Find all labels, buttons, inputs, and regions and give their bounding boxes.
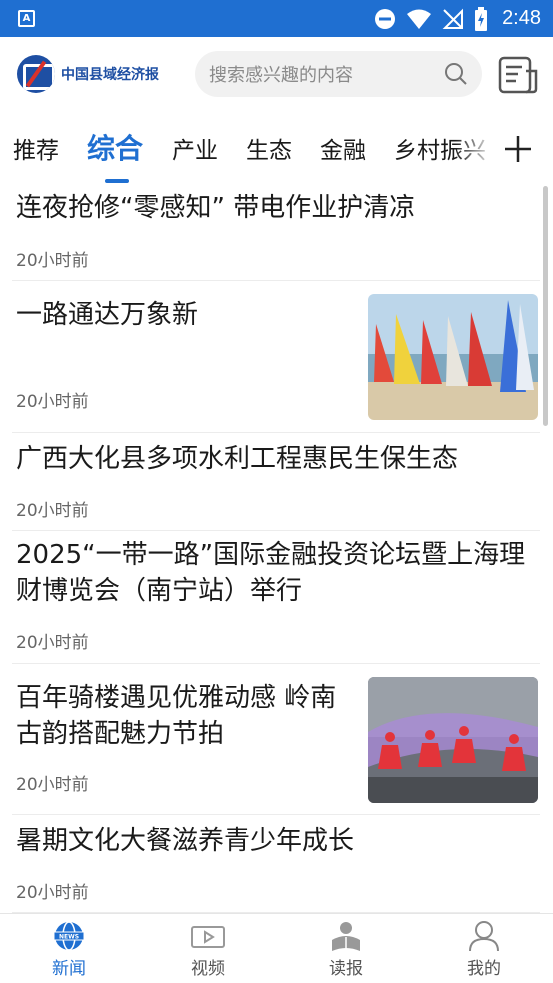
nav-news[interactable]: NEWS 新闻 — [29, 920, 109, 979]
article-time: 20小时前 — [16, 883, 89, 903]
nav-news-label: 新闻 — [52, 959, 86, 979]
battery-charging-icon — [475, 6, 488, 31]
reader-icon — [332, 922, 360, 951]
tab-general[interactable]: 综合 — [87, 127, 143, 167]
article-thumbnail[interactable] — [368, 294, 538, 420]
article-item[interactable]: 一路通达万象新 20小时前 — [12, 281, 540, 433]
app-notification-icon: A — [18, 10, 35, 27]
article-time: 20小时前 — [16, 392, 89, 412]
app-header: 中国县域经济报 搜索感兴趣的内容 — [0, 37, 553, 113]
nav-video[interactable]: 视频 — [168, 920, 248, 979]
article-item[interactable]: 广西大化县多项水利工程惠民生保生态 20小时前 — [12, 433, 540, 531]
dancers-photo — [368, 677, 538, 803]
article-item[interactable]: 2025“一带一路”国际金融投资论坛暨上海理财博览会（南宁站）举行 20小时前 — [12, 531, 540, 664]
nav-video-label: 视频 — [191, 959, 225, 979]
news-feed[interactable]: 连夜抢修“零感知” 带电作业护清凉 20小时前 一路通达万象新 20小时前 广西… — [0, 183, 553, 913]
nav-profile[interactable]: 我的 — [444, 920, 524, 979]
video-icon — [191, 926, 225, 948]
status-bar: A 2:48 — [0, 0, 553, 37]
article-item[interactable]: 连夜抢修“零感知” 带电作业护清凉 20小时前 — [12, 183, 540, 281]
do-not-disturb-icon — [375, 8, 396, 29]
tab-ecology[interactable]: 生态 — [246, 131, 292, 165]
wifi-icon — [407, 9, 432, 29]
search-icon[interactable] — [444, 62, 468, 86]
app-logo[interactable]: 中国县域经济报 — [17, 55, 159, 93]
article-item[interactable]: 百年骑楼遇见优雅动感 岭南古韵搭配魅力节拍 20小时前 — [12, 664, 540, 815]
article-title: 2025“一带一路”国际金融投资论坛暨上海理财博览会（南宁站）举行 — [16, 540, 526, 606]
article-time: 20小时前 — [16, 251, 89, 271]
search-placeholder: 搜索感兴趣的内容 — [209, 65, 353, 86]
article-title: 广西大化县多项水利工程惠民生保生态 — [16, 444, 459, 474]
profile-icon — [469, 921, 499, 952]
bottom-navigation: NEWS 新闻 视频 读报 我的 — [0, 913, 553, 983]
search-input[interactable]: 搜索感兴趣的内容 — [195, 51, 482, 97]
nav-news-badge: NEWS — [59, 934, 79, 941]
channel-tabs: 推荐 综合 产业 生态 金融 乡村振兴 — [0, 113, 553, 183]
feed-scrollbar[interactable] — [543, 186, 548, 426]
article-title: 一路通达万象新 — [16, 300, 199, 330]
e-paper-icon[interactable] — [498, 55, 538, 95]
status-time: 2:48 — [502, 7, 541, 29]
article-thumbnail[interactable] — [368, 677, 538, 803]
globe-news-icon: NEWS — [53, 921, 85, 951]
tab-recommend[interactable]: 推荐 — [13, 131, 59, 165]
tab-overflow-fade — [455, 113, 495, 183]
article-item[interactable]: 暑期文化大餐滋养青少年成长 20小时前 — [12, 815, 540, 913]
logo-text: 中国县域经济报 — [61, 67, 159, 83]
logo-mark-icon — [17, 55, 55, 93]
add-channel-button[interactable] — [500, 131, 536, 167]
tab-industry[interactable]: 产业 — [172, 131, 218, 165]
article-time: 20小时前 — [16, 633, 89, 653]
article-time: 20小时前 — [16, 775, 89, 795]
nav-profile-label: 我的 — [467, 959, 501, 979]
no-signal-icon — [442, 8, 464, 29]
nav-reader-label: 读报 — [329, 959, 363, 979]
article-title: 连夜抢修“零感知” 带电作业护清凉 — [16, 193, 416, 223]
article-title: 暑期文化大餐滋养青少年成长 — [16, 826, 355, 856]
tab-finance[interactable]: 金融 — [320, 131, 366, 165]
article-title: 百年骑楼遇见优雅动感 岭南古韵搭配魅力节拍 — [16, 683, 337, 749]
sailboats-photo — [368, 294, 538, 420]
nav-reader[interactable]: 读报 — [306, 920, 386, 979]
article-time: 20小时前 — [16, 501, 89, 521]
